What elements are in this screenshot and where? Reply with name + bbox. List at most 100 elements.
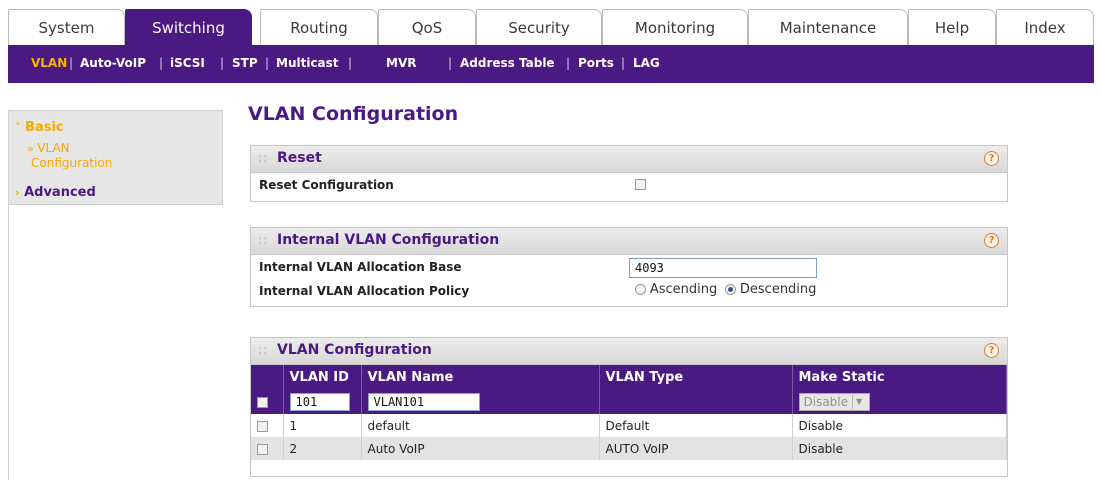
reset-panel-header: ∷ Reset ? [251,146,1007,173]
ascending-label: Ascending [649,282,718,297]
vlan-table-panel-title: VLAN Configuration [277,342,432,358]
vlan-name-cell: Auto VoIP [361,437,600,460]
nav-configuration-label: Configuration [31,156,113,170]
internal-vlan-panel-header: ∷ Internal VLAN Configuration ? [251,228,1007,255]
submenu-mvr[interactable]: MVR [386,56,416,70]
submenu-auto-voip[interactable]: Auto-VoIP [80,56,146,70]
help-icon[interactable]: ? [984,233,999,248]
new-row-checkbox[interactable] [257,396,268,408]
vlan-name-input[interactable]: VLAN101 [367,392,480,411]
submenu-separator: | [621,56,626,70]
nav-advanced-label: Advanced [24,185,96,200]
vlan-type-cell: AUTO VoIP [599,437,793,460]
submenu-multicast[interactable]: Multicast [276,56,339,70]
row-select-cell [251,389,284,414]
submenu-address-table[interactable]: Address Table [460,56,555,70]
nav-basic-label: Basic [25,120,64,135]
help-icon[interactable]: ? [984,343,999,358]
tab-security[interactable]: Security [476,9,602,45]
vlan-id-cell: 2 [283,437,362,460]
tab-qos[interactable]: QoS [378,9,476,45]
reset-configuration-label: Reset Configuration [259,178,394,192]
internal-vlan-panel-title: Internal VLAN Configuration [277,232,500,248]
ascending-radio[interactable] [635,284,646,295]
reset-configuration-row: Reset Configuration [251,173,1007,197]
grip-icon: ∷ [259,234,267,248]
table-row[interactable]: 2 Auto VoIP AUTO VoIP Disable [251,437,1007,460]
allocation-policy-row: Internal VLAN Allocation Policy Ascendin… [251,279,1007,303]
vlan-table-panel: ∷ VLAN Configuration ? VLAN ID VLAN Name… [250,337,1008,477]
make-static-value: Disable [803,394,849,409]
reset-configuration-checkbox[interactable] [635,179,646,190]
submenu-iscsi[interactable]: iSCSI [170,56,205,70]
row-select-cell [251,414,284,437]
vlan-name-cell: VLAN101 [361,389,600,414]
switching-submenu: VLAN | Auto-VoIP | iSCSI | STP | Multica… [8,45,1094,83]
column-header-vlan-type[interactable]: VLAN Type [599,365,793,389]
chevron-down-icon: ˅ [15,121,21,134]
tab-help[interactable]: Help [908,9,996,45]
vlan-table-panel-header: ∷ VLAN Configuration ? [251,338,1007,365]
internal-vlan-panel: ∷ Internal VLAN Configuration ? Internal… [250,227,1008,307]
submenu-separator: | [220,56,225,70]
row-checkbox[interactable] [257,420,268,432]
grip-icon: ∷ [259,152,267,166]
tab-index[interactable]: Index [996,9,1094,45]
vlan-type-cell [599,389,793,414]
submenu-separator: | [159,56,164,70]
vlan-name-cell: default [361,414,600,437]
table-row[interactable]: 1 default Default Disable [251,414,1007,437]
submenu-vlan[interactable]: VLAN [31,56,67,70]
submenu-separator: | [566,56,571,70]
left-divider [8,205,9,480]
allocation-policy-label: Internal VLAN Allocation Policy [259,284,470,298]
reset-panel-title: Reset [277,150,322,166]
allocation-base-row: Internal VLAN Allocation Base 4093 [251,255,1007,279]
submenu-separator: | [69,56,74,70]
table-header-row: VLAN ID VLAN Name VLAN Type Make Static [251,365,1007,389]
main-tab-bar: System Switching Routing QoS Security Mo… [8,9,1094,45]
submenu-lag[interactable]: LAG [633,56,660,70]
nav-vlan-configuration[interactable]: » VLAN Configuration [27,141,112,171]
make-static-cell: Disable [792,437,1007,460]
row-checkbox[interactable] [257,443,268,455]
chevron-right-icon: › [15,186,20,199]
submenu-separator: | [265,56,270,70]
reset-panel: ∷ Reset ? Reset Configuration [250,145,1008,202]
allocation-base-label: Internal VLAN Allocation Base [259,260,462,274]
descending-radio[interactable] [725,284,737,295]
tab-system[interactable]: System [8,9,125,45]
tab-maintenance[interactable]: Maintenance [748,9,908,45]
chevron-down-icon: ▼ [852,394,865,409]
nav-vlan-label: VLAN [37,141,70,155]
vlan-type-cell: Default [599,414,793,437]
vlan-id-cell: 101 [283,389,362,414]
tab-routing[interactable]: Routing [260,9,378,45]
allocation-base-input[interactable]: 4093 [629,258,817,278]
bullet-arrow-icon: » [27,142,38,155]
allocation-policy-options: Ascending Descending [635,282,816,297]
row-select-cell [251,437,284,460]
grip-icon: ∷ [259,344,267,358]
column-header-vlan-id[interactable]: VLAN ID [283,365,362,389]
nav-basic[interactable]: ˅ Basic [15,120,64,135]
column-header-make-static[interactable]: Make Static [792,365,1007,389]
page-title: VLAN Configuration [248,103,459,125]
tab-monitoring[interactable]: Monitoring [602,9,748,45]
make-static-cell: Disable [792,414,1007,437]
tab-switching[interactable]: Switching [125,9,252,45]
vlan-table: VLAN ID VLAN Name VLAN Type Make Static … [251,365,1007,460]
vlan-id-cell: 1 [283,414,362,437]
vlan-id-input[interactable]: 101 [289,392,350,411]
submenu-ports[interactable]: Ports [578,56,614,70]
left-navigation: ˅ Basic » VLAN Configuration › Advanced [8,110,223,205]
nav-advanced[interactable]: › Advanced [15,185,96,200]
descending-label: Descending [739,282,817,297]
help-icon[interactable]: ? [984,151,999,166]
submenu-stp[interactable]: STP [232,56,258,70]
submenu-separator: | [448,56,453,70]
submenu-separator: | [348,56,353,70]
select-column-header [251,365,284,389]
column-header-vlan-name[interactable]: VLAN Name [361,365,600,389]
make-static-select[interactable]: Disable ▼ [798,392,871,411]
